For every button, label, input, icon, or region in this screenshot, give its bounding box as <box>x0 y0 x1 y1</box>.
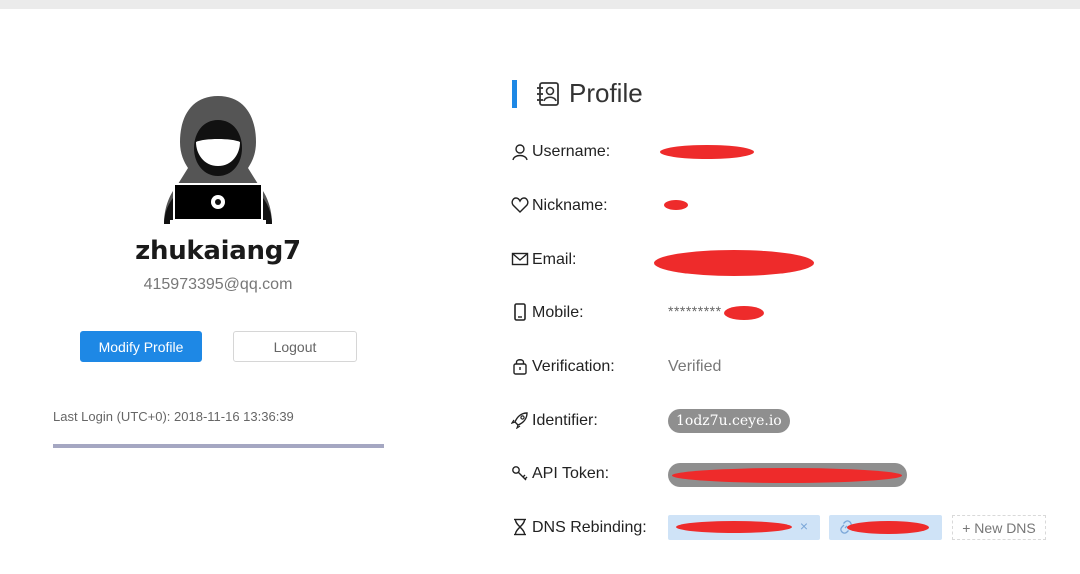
mobile-label: Mobile: <box>532 304 584 321</box>
last-login-text: Last Login (UTC+0): 2018-11-16 13:36:39 <box>53 409 294 424</box>
api-token-value[interactable] <box>668 463 907 487</box>
identifier-label: Identifier: <box>532 412 598 429</box>
mobile-icon <box>514 303 526 321</box>
lock-icon <box>513 359 527 375</box>
redacted-dns-1 <box>676 521 792 533</box>
key-icon <box>512 466 528 481</box>
new-dns-button[interactable]: + New DNS <box>952 515 1046 540</box>
redacted-nickname <box>664 200 688 210</box>
mobile-value: ********* <box>668 303 722 319</box>
verification-status: Verified <box>668 358 722 375</box>
close-icon[interactable]: × <box>800 518 808 534</box>
identifier-value[interactable]: 1odz7u.ceye.io <box>668 409 790 433</box>
redacted-mobile <box>724 306 764 320</box>
user-email: 415973395@qq.com <box>143 276 293 293</box>
top-bar <box>0 0 1080 9</box>
email-label: Email: <box>532 251 577 268</box>
divider-bar <box>53 444 384 448</box>
profile-card-icon <box>537 82 559 106</box>
user-icon <box>512 144 528 161</box>
modify-profile-button[interactable]: Modify Profile <box>80 331 202 362</box>
hourglass-icon <box>514 518 526 536</box>
dns-tag[interactable] <box>829 515 942 540</box>
heart-icon <box>511 197 529 213</box>
dns-rebinding-label: DNS Rebinding: <box>532 519 647 536</box>
dns-tag[interactable]: × <box>668 515 820 540</box>
username-display: zhukaiang7 <box>135 236 301 266</box>
username-label: Username: <box>532 143 611 160</box>
redacted-api-token <box>672 468 902 483</box>
nickname-label: Nickname: <box>532 197 608 214</box>
logout-button[interactable]: Logout <box>233 331 357 362</box>
rocket-icon <box>511 412 528 429</box>
verification-label: Verification: <box>532 358 615 375</box>
redacted-dns-2 <box>847 521 929 534</box>
redacted-username <box>660 145 754 159</box>
page-title: Profile <box>569 78 643 108</box>
title-accent-bar <box>512 80 517 108</box>
api-token-label: API Token: <box>532 465 610 482</box>
mail-icon <box>511 252 529 266</box>
avatar-hacker-icon <box>164 96 272 224</box>
redacted-email <box>654 250 814 276</box>
